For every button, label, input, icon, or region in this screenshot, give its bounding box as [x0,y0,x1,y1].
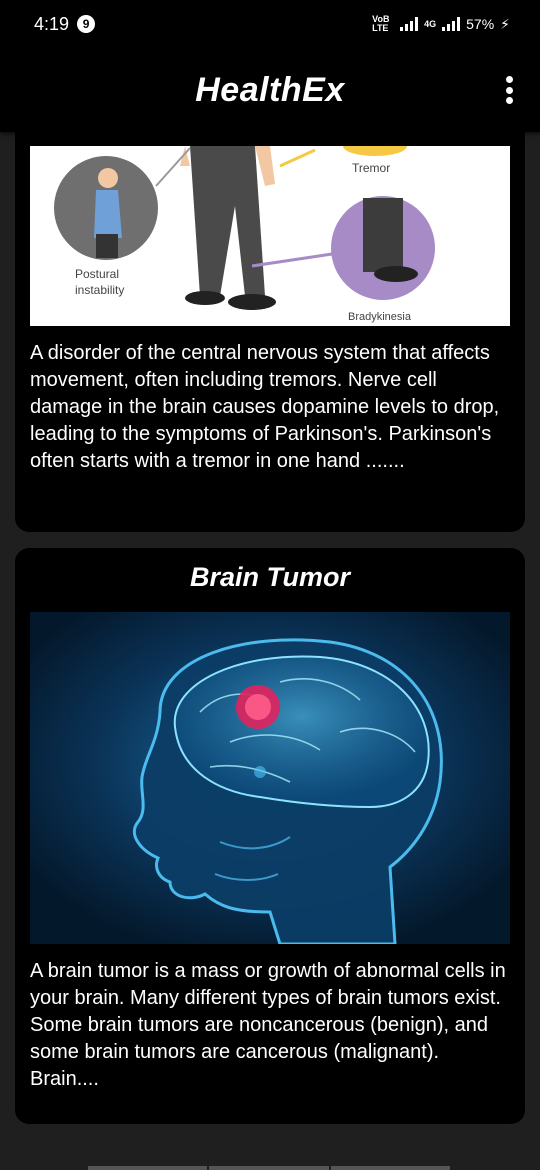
signal-icon [400,17,419,31]
status-right: VoB LTE 4G 57% ⚡ [372,15,510,33]
card-title: Brain Tumor [189,562,351,592]
status-left: 4:19 9 [34,13,96,35]
network-type-icon: 4G [424,18,437,29]
status-bar: 4:19 9 VoB LTE 4G 57% ⚡ [0,0,540,48]
brain-scan-svg [30,612,510,944]
brain-scan-image [30,612,510,944]
content-feed[interactable]: Tremor Postural instability Bradykinesia… [0,132,540,1170]
signal-icon-2 [442,17,461,31]
parkinsons-illustration-svg: Tremor Postural instability Bradykinesia [54,146,435,323]
battery-level: 57% [466,16,495,32]
next-card-edge [88,1166,450,1170]
disease-card-brain-tumor[interactable]: Brain Tumor A brain tumor is a mass or g… [15,548,525,1124]
app-title: HealthEx [195,70,345,109]
svg-text:instability: instability [75,283,124,297]
status-time: 4:19 [34,13,70,34]
card-description: A brain tumor is a mass or growth of abn… [30,960,506,1090]
disease-card[interactable]: Tremor Postural instability Bradykinesia… [15,132,525,532]
tremor-label: Tremor [352,161,390,175]
bradykinesia-label: Bradykinesia [348,311,412,323]
notification-count-badge: 9 [77,15,96,33]
charging-icon: ⚡ [500,15,510,32]
volte-icon: VoB LTE [372,14,390,33]
parkinsons-illustration: Tremor Postural instability Bradykinesia [30,146,510,326]
svg-text:Postural: Postural [75,267,119,281]
card-description: A disorder of the central nervous system… [30,342,500,472]
app-bar: HealthEx [0,48,540,132]
more-vert-icon[interactable] [504,76,514,104]
